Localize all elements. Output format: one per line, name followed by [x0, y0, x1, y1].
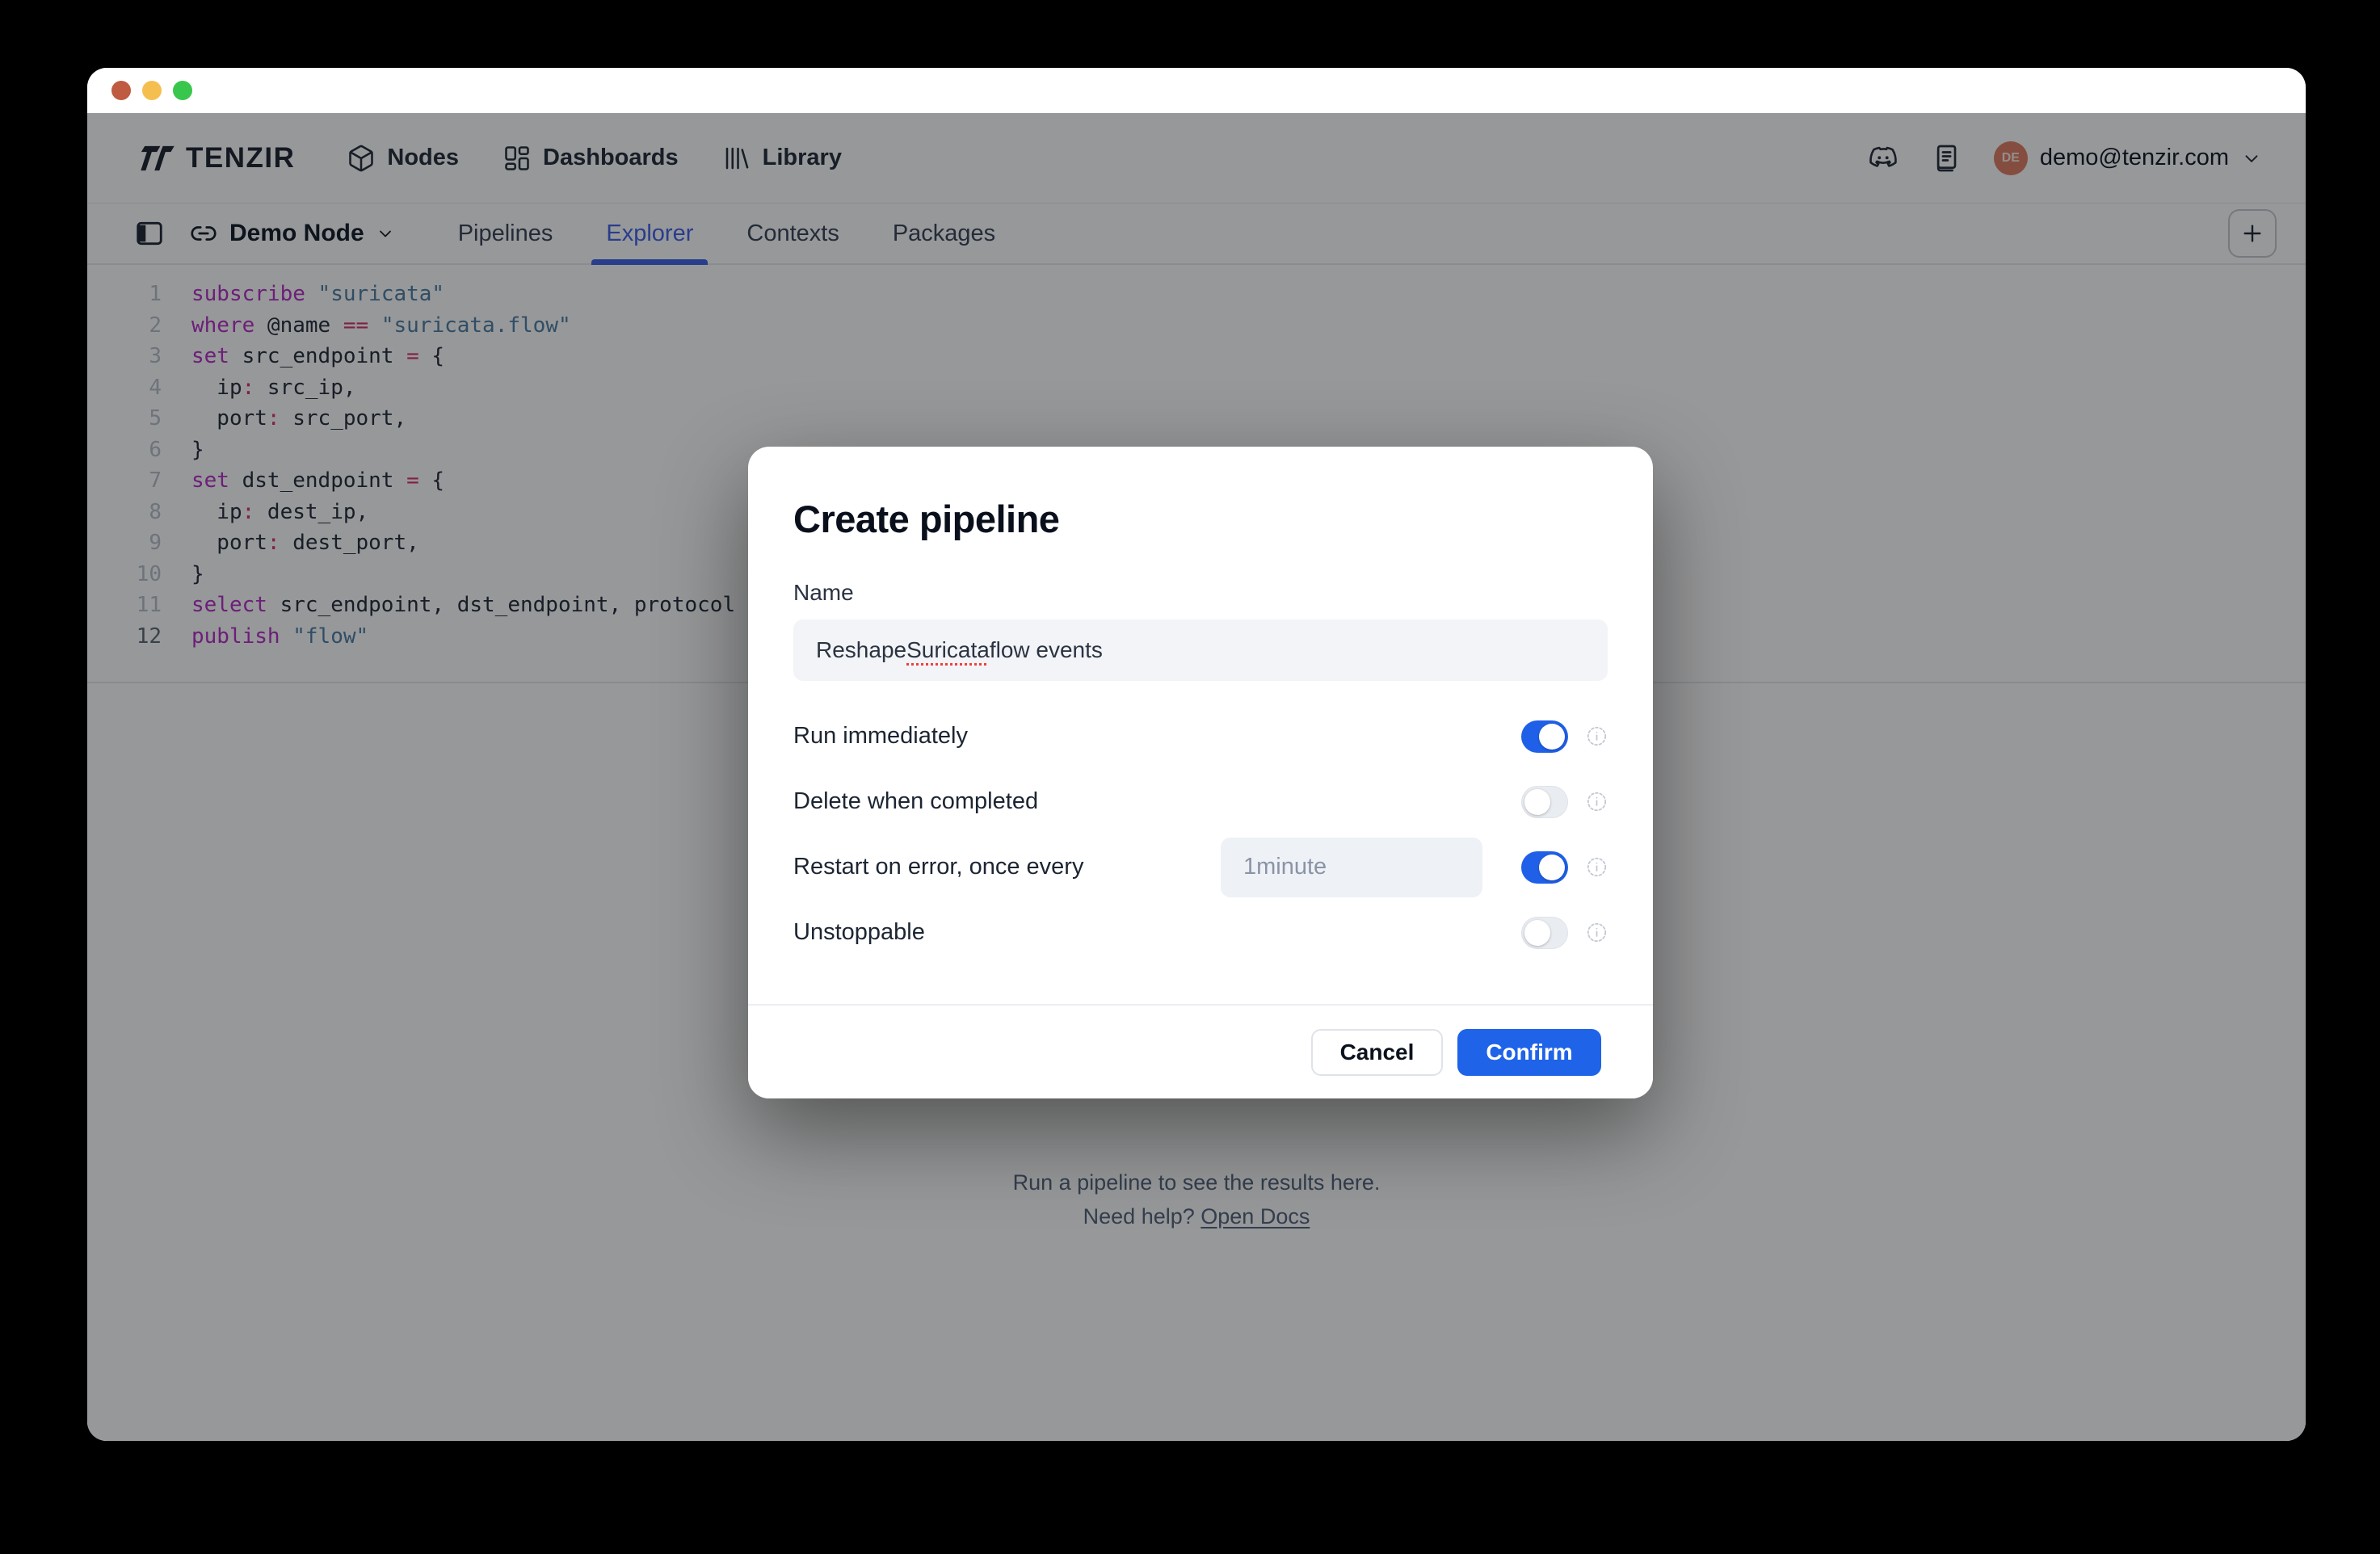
- info-icon[interactable]: [1586, 922, 1608, 943]
- app-window: TENZIR Nodes Dashboards: [87, 68, 2306, 1441]
- toggle-run-immediately[interactable]: [1521, 720, 1568, 753]
- toggle-unstoppable[interactable]: [1521, 917, 1568, 949]
- misspelled-word: Suricata: [906, 637, 990, 663]
- option-label: Unstoppable: [793, 919, 925, 946]
- pipeline-name-input[interactable]: Reshape Suricata flow events: [793, 620, 1608, 681]
- zoom-window-button[interactable]: [173, 81, 192, 100]
- toggle-delete-when-completed[interactable]: [1521, 786, 1568, 818]
- option-row-restart-on-error-once-every: Restart on error, once every 1minute: [793, 834, 1608, 900]
- option-row-run-immediately: Run immediately: [793, 704, 1608, 769]
- cancel-button[interactable]: Cancel: [1311, 1029, 1443, 1076]
- close-window-button[interactable]: [111, 81, 131, 100]
- pipeline-options: Run immediately Delete when completed Rest…: [793, 704, 1608, 965]
- retry-interval-input[interactable]: 1minute: [1221, 838, 1482, 897]
- toggle-restart-on-error-once-every[interactable]: [1521, 851, 1568, 884]
- option-row-unstoppable: Unstoppable: [793, 900, 1608, 965]
- option-label: Run immediately: [793, 723, 968, 750]
- option-label: Restart on error, once every: [793, 854, 1083, 880]
- macos-titlebar: [87, 68, 2306, 113]
- info-icon[interactable]: [1586, 856, 1608, 878]
- info-icon[interactable]: [1586, 725, 1608, 747]
- modal-title: Create pipeline: [793, 497, 1608, 541]
- modal-footer: Cancel Confirm: [748, 1004, 1653, 1098]
- option-label: Delete when completed: [793, 788, 1038, 815]
- name-label: Name: [793, 580, 1608, 606]
- option-row-delete-when-completed: Delete when completed: [793, 769, 1608, 834]
- info-icon[interactable]: [1586, 791, 1608, 813]
- create-pipeline-modal: Create pipeline Name Reshape Suricata fl…: [748, 447, 1653, 1098]
- confirm-button[interactable]: Confirm: [1457, 1029, 1601, 1076]
- minimize-window-button[interactable]: [142, 81, 162, 100]
